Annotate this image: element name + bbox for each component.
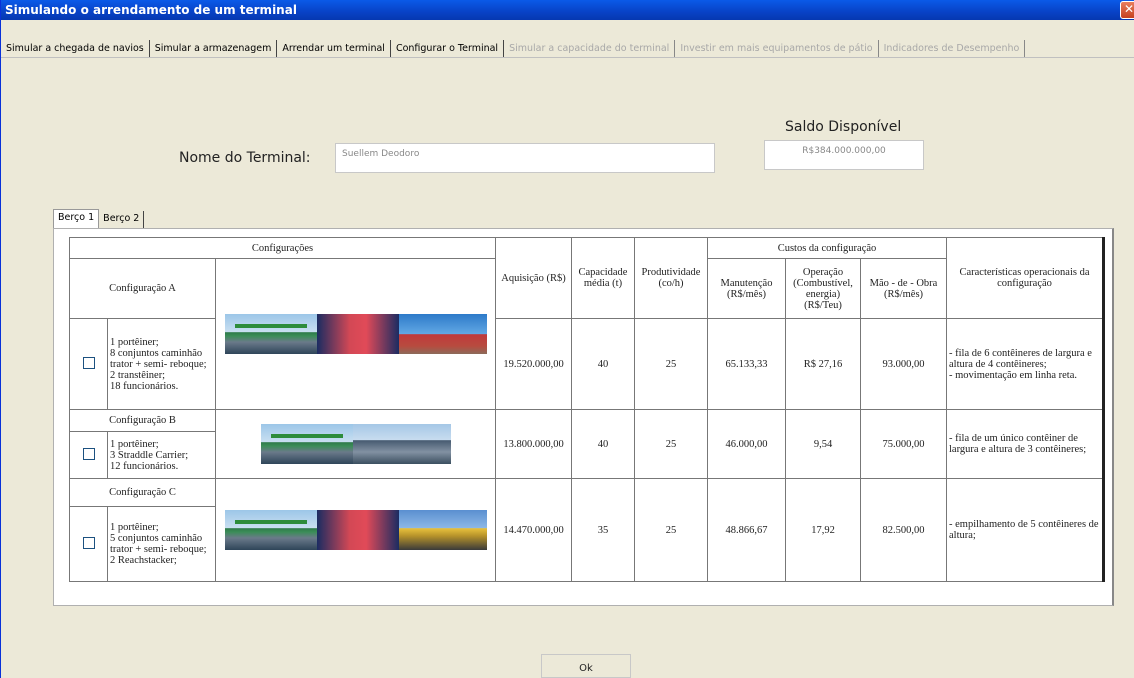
config-c-mao-obra: 82.500,00 [860, 478, 947, 582]
configuration-table: Configurações Aquisição (R$) Capacidade … [69, 237, 1105, 582]
config-c-caracteristicas: - empilhamento de 5 contêineres de altur… [946, 478, 1105, 582]
ok-button[interactable]: Ok [541, 654, 631, 678]
config-b-image [260, 424, 451, 464]
config-b-photo [215, 409, 496, 479]
tab-investir-equipamentos: Investir em mais equipamentos de pátio [675, 40, 879, 57]
header-operacao: Operação (Combustível, energia) (R$/Teu) [785, 258, 861, 319]
crane-photo [260, 424, 353, 464]
equipment-item: 1 portêiner; [110, 522, 159, 533]
config-a-checkbox-cell [69, 318, 108, 410]
equipment-item: 2 Reachstacker; [110, 555, 177, 566]
equipment-item: 1 portêiner; [110, 336, 159, 348]
header-caracteristicas: Características operacionais da configur… [946, 237, 1105, 319]
config-c-operacao: 17,92 [785, 478, 861, 582]
config-a-capacidade: 40 [571, 318, 635, 410]
config-c-produtividade: 25 [634, 478, 708, 582]
equipment-item: 3 Straddle Carrier; [110, 449, 189, 461]
equipment-item: 2 transtêiner; [110, 369, 166, 381]
reachstacker-photo [398, 510, 487, 550]
config-c-equipment: 1 portêiner; 5 conjuntos caminhão trator… [107, 506, 216, 582]
nome-terminal-input[interactable]: Suellem Deodoro [335, 143, 715, 173]
rtg-photo [398, 314, 487, 354]
equipment-item: 8 conjuntos caminhão trator + semi- rebo… [110, 347, 207, 370]
tab-simular-armazenagem[interactable]: Simular a armazenagem [150, 40, 278, 57]
header-manutencao: Manutenção (R$/mês) [707, 258, 786, 319]
tab-simular-capacidade: Simular a capacidade do terminal [504, 40, 676, 57]
config-b-name: Configuração B [69, 409, 216, 432]
tab-configurar-terminal[interactable]: Configurar o Terminal [390, 40, 505, 57]
tab-indicadores: Indicadores de Desempenho [879, 40, 1026, 57]
config-c-checkbox[interactable] [82, 536, 95, 549]
header-aquisicao: Aquisição (R$) [495, 237, 572, 319]
tab-berco-2[interactable]: Berço 2 [99, 211, 145, 228]
config-c-photo [215, 478, 496, 582]
config-b-equipment: 1 portêiner; 3 Straddle Carrier; 12 func… [107, 431, 216, 479]
config-a-equipment: 1 portêiner; 8 conjuntos caminhão trator… [107, 318, 216, 410]
header-produtividade: Produtividade (co/h) [634, 237, 708, 319]
tab-simular-chegada[interactable]: Simular a chegada de navios [1, 40, 150, 57]
tab-arrendar-terminal[interactable]: Arrendar um terminal [277, 40, 391, 57]
config-a-photo [215, 258, 496, 410]
config-a-mao-obra: 93.000,00 [860, 318, 947, 410]
equipment-item: 1 portêiner; [110, 438, 159, 450]
caracteristica-item: - fila de um único contêiner de largura … [949, 433, 1087, 455]
close-button[interactable]: ✕ [1120, 1, 1134, 19]
config-c-manutencao: 48.866,67 [707, 478, 786, 582]
tabs-divider [1, 57, 1134, 58]
truck-photo [316, 510, 399, 550]
truck-photo [316, 314, 399, 354]
nome-terminal-label: Nome do Terminal: [179, 150, 311, 166]
config-a-aquisicao: 19.520.000,00 [495, 318, 572, 410]
config-c-image [224, 510, 487, 550]
config-a-operacao: R$ 27,16 [785, 318, 861, 410]
config-a-produtividade: 25 [634, 318, 708, 410]
config-b-mao-obra: 75.000,00 [860, 409, 947, 479]
equipment-item: 18 funcionários. [110, 380, 179, 392]
header-mao-obra: Mão - de - Obra (R$/mês) [860, 258, 947, 319]
equipment-item: 5 conjuntos caminhão trator + semi- rebo… [110, 533, 207, 555]
config-b-produtividade: 25 [634, 409, 708, 479]
config-c-name: Configuração C [69, 478, 216, 507]
config-a-image [224, 314, 487, 354]
window-title: Simulando o arrendamento de um terminal [5, 3, 297, 17]
header-capacidade: Capacidade média (t) [571, 237, 635, 319]
equipment-item: 12 funcionários. [110, 460, 179, 472]
config-c-aquisicao: 14.470.000,00 [495, 478, 572, 582]
caracteristica-item: - empilhamento de 5 contêineres de altur… [949, 519, 1099, 541]
config-a-manutencao: 65.133,33 [707, 318, 786, 410]
config-b-checkbox-cell [69, 431, 108, 479]
header-configuracoes: Configurações [69, 237, 496, 259]
config-a-caracteristicas: - fila de 6 contêineres de largura e alt… [946, 318, 1105, 410]
config-c-checkbox-cell [69, 506, 108, 582]
config-b-aquisicao: 13.800.000,00 [495, 409, 572, 479]
config-b-operacao: 9,54 [785, 409, 861, 479]
straddle-carrier-photo [352, 424, 451, 464]
title-bar: Simulando o arrendamento de um terminal … [1, 0, 1134, 20]
caracteristica-item: - movimentação em linha reta. [949, 369, 1077, 381]
header-custos: Custos da configuração [707, 237, 947, 259]
berco-tabs: Berço 1 Berço 2 [53, 209, 145, 228]
tab-berco-1[interactable]: Berço 1 [53, 209, 100, 228]
config-b-manutencao: 46.000,00 [707, 409, 786, 479]
config-b-caracteristicas: - fila de um único contêiner de largura … [946, 409, 1105, 479]
crane-photo [224, 510, 317, 550]
saldo-field: R$384.000.000,00 [764, 140, 924, 170]
saldo-label: Saldo Disponível [785, 119, 902, 135]
main-tabs: Simular a chegada de navios Simular a ar… [1, 40, 1134, 57]
config-a-checkbox[interactable] [82, 356, 95, 369]
config-a-name: Configuração A [69, 258, 216, 319]
config-b-checkbox[interactable] [82, 447, 95, 460]
app-window: Simulando o arrendamento de um terminal … [0, 0, 1134, 678]
config-c-capacidade: 35 [571, 478, 635, 582]
crane-photo [224, 314, 317, 354]
caracteristica-item: - fila de 6 contêineres de largura e alt… [949, 347, 1092, 370]
config-b-capacidade: 40 [571, 409, 635, 479]
